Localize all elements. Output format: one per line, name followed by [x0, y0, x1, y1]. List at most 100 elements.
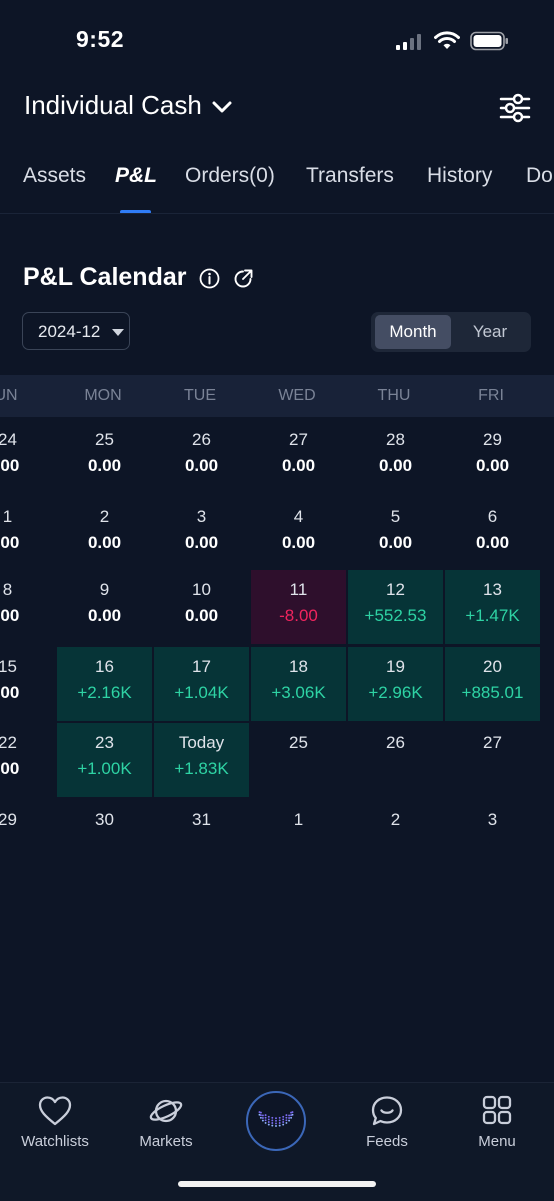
day-pnl-value: +1.83K	[174, 759, 229, 778]
day-number: 24	[0, 430, 17, 449]
day-pnl-value: 0.00	[184, 606, 219, 625]
calendar-day-cell[interactable]: 16 +2.16K	[57, 646, 152, 721]
calendar-day-cell[interactable]: 18 +3.06K	[251, 646, 346, 721]
day-pnl-value: +1.47K	[465, 606, 520, 625]
day-number: 10	[192, 580, 211, 599]
day-number: 25	[289, 733, 308, 752]
day-number: 18	[289, 656, 308, 676]
day-number: 29	[483, 430, 502, 449]
calendar-day-cell[interactable]: 20 +885.01	[445, 646, 540, 721]
nav-label-feeds: Feeds	[366, 1133, 408, 1150]
tab-pnl[interactable]: P&L	[115, 164, 157, 188]
day-pnl-value: +1.04K	[174, 682, 229, 702]
day-number: 3	[196, 506, 207, 526]
calendar-day-cell[interactable]: 2 0.00	[57, 497, 152, 571]
smile-logo-icon	[258, 1111, 294, 1127]
toggle-month[interactable]: Month	[375, 315, 451, 349]
day-number: 13	[483, 580, 502, 599]
toggle-year[interactable]: Year	[453, 315, 527, 349]
calendar-day-cell[interactable]: 25 0.00	[57, 420, 152, 494]
filter-sliders-icon[interactable]	[498, 92, 532, 124]
calendar-day-cell[interactable]: 4 0.00	[251, 497, 346, 571]
day-number: 27	[289, 430, 308, 449]
day-pnl-value: +2.16K	[77, 682, 132, 702]
tab-history[interactable]: History	[427, 164, 492, 188]
calendar-day-cell[interactable]: 5 0.00	[348, 497, 443, 571]
calendar-day-cell[interactable]: 22.00	[0, 723, 55, 797]
calendar-day-cell[interactable]: 27	[445, 723, 540, 797]
view-toggle: Month Year	[371, 312, 531, 352]
status-time: 9:52	[76, 26, 125, 52]
day-pnl-value: 0.00	[184, 532, 219, 552]
day-pnl-value: .00	[0, 456, 20, 475]
calendar-day-cell[interactable]: 30	[57, 800, 152, 874]
tab-assets[interactable]: Assets	[23, 164, 86, 188]
calendar-day-cell[interactable]: 11 -8.00	[251, 570, 346, 644]
calendar-day-cell[interactable]: 1.00	[0, 497, 55, 571]
weekday-header: UN MON TUE WED THU FRI	[0, 375, 554, 417]
tab-orders[interactable]: Orders(0)	[185, 164, 275, 188]
pnl-calendar-title: P&L Calendar	[23, 263, 187, 291]
calendar-day-cell[interactable]: 27 0.00	[251, 420, 346, 494]
calendar-day-cell[interactable]: 2	[348, 800, 443, 874]
calendar-day-cell[interactable]: 12 +552.53	[348, 570, 443, 644]
day-number: 6	[487, 506, 498, 526]
nav-label-watchlists: Watchlists	[21, 1133, 89, 1150]
nav-label-menu: Menu	[478, 1133, 516, 1150]
month-value: 2024-12	[38, 322, 101, 341]
info-icon[interactable]	[199, 268, 220, 289]
day-number: 29	[0, 809, 17, 829]
tab-transfers[interactable]: Transfers	[306, 164, 394, 188]
calendar-day-cell[interactable]: 24.00	[0, 420, 55, 494]
calendar-day-cell[interactable]: 25	[251, 723, 346, 797]
day-number: Today	[178, 733, 225, 752]
day-pnl-value: +1.00K	[77, 759, 132, 778]
calendar-day-cell[interactable]: 31	[154, 800, 249, 874]
nav-watchlists[interactable]: Watchlists	[5, 1094, 105, 1150]
day-pnl-value: +2.96K	[368, 682, 423, 702]
month-dropdown[interactable]: 2024-12	[22, 312, 130, 350]
calendar-day-cell[interactable]: 29	[0, 800, 55, 874]
calendar-day-cell[interactable]: 8.00	[0, 570, 55, 644]
day-number: 2	[99, 506, 110, 526]
center-logo-button[interactable]	[246, 1091, 306, 1151]
calendar-day-cell[interactable]: 15.00	[0, 647, 55, 721]
nav-feeds[interactable]: Feeds	[337, 1094, 437, 1150]
calendar-day-cell[interactable]: 13 +1.47K	[445, 570, 540, 644]
calendar-day-cell[interactable]: 3	[445, 800, 540, 874]
calendar-day-cell[interactable]: 29 0.00	[445, 420, 540, 494]
home-indicator	[178, 1181, 376, 1187]
calendar-day-cell[interactable]: 19 +2.96K	[348, 646, 443, 721]
nav-markets[interactable]: Markets	[116, 1094, 216, 1150]
calendar-day-today[interactable]: Today +1.83K	[154, 723, 249, 797]
day-pnl-value: +3.06K	[271, 682, 326, 702]
calendar-day-cell[interactable]: 3 0.00	[154, 497, 249, 571]
battery-icon	[470, 31, 508, 51]
calendar-day-cell[interactable]: 17 +1.04K	[154, 646, 249, 721]
calendar-day-cell[interactable]: 6 0.00	[445, 497, 540, 571]
dropdown-caret-icon	[112, 329, 124, 336]
wifi-icon	[434, 31, 460, 49]
calendar-day-cell[interactable]: 26	[348, 723, 443, 797]
day-pnl-value: 0.00	[184, 456, 219, 475]
day-pnl-value: 0.00	[281, 456, 316, 475]
day-pnl-value: 0.00	[475, 456, 510, 475]
calendar-day-cell[interactable]: 1	[251, 800, 346, 874]
day-pnl-value: -8.00	[279, 606, 318, 625]
day-number: 23	[95, 733, 114, 752]
share-icon[interactable]	[233, 268, 254, 289]
calendar-day-cell[interactable]: 26 0.00	[154, 420, 249, 494]
calendar-day-cell[interactable]: 10 0.00	[154, 570, 249, 644]
calendar-day-cell[interactable]: 9 0.00	[57, 570, 152, 644]
day-pnl-value: 0.00	[378, 532, 413, 552]
chevron-down-icon	[212, 101, 232, 112]
calendar-day-cell[interactable]: 23 +1.00K	[57, 723, 152, 797]
tab-documents[interactable]: Do	[526, 164, 553, 188]
account-selector[interactable]: Individual Cash	[24, 90, 232, 121]
day-pnl-value: .00	[0, 532, 20, 552]
day-number: 22	[0, 733, 17, 752]
day-number: 30	[95, 809, 114, 829]
calendar-day-cell[interactable]: 28 0.00	[348, 420, 443, 494]
nav-menu[interactable]: Menu	[447, 1094, 547, 1150]
weekday-label: TUE	[184, 387, 216, 404]
